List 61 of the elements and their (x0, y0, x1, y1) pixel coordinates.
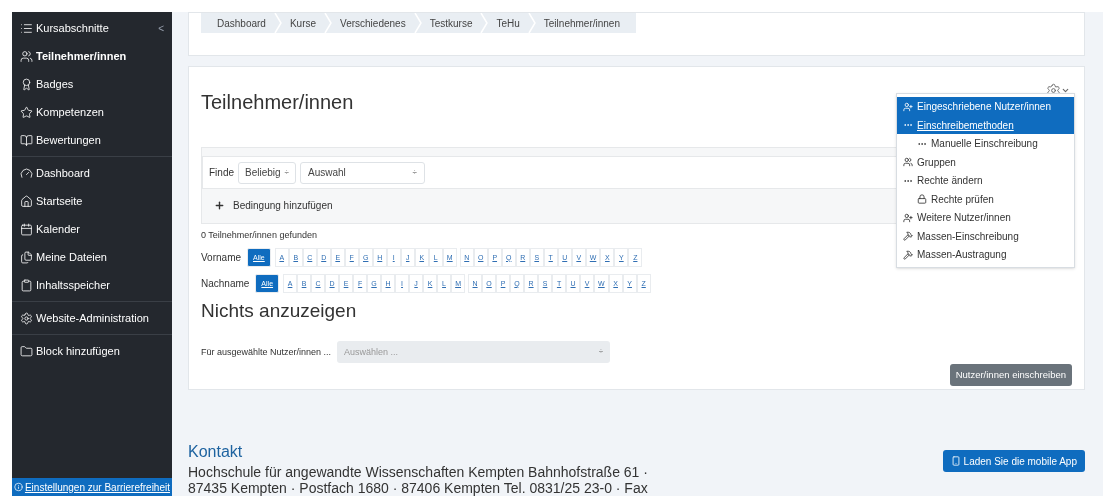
files-icon (20, 250, 33, 264)
address-line: Hochschule für angewandte Wissenschaften Kempten Bahnhofstraße 61 · (188, 464, 648, 480)
folder-icon (20, 344, 33, 358)
sidebar-item[interactable]: Badges (12, 70, 172, 98)
star-icon (20, 105, 33, 119)
footer-heading: Kontakt (188, 442, 243, 462)
book-icon (20, 133, 33, 147)
menu-item[interactable]: Manuelle Einschreibung (897, 134, 1074, 153)
add-condition-button[interactable]: Bedingung hinzufügen (202, 189, 345, 222)
home-icon (20, 194, 33, 208)
menu-item[interactable]: Eingeschriebene Nutzer/innen (897, 97, 1074, 116)
mobile-app-button[interactable]: Laden Sie die mobile App (942, 450, 1085, 472)
hammer-icon (903, 249, 913, 260)
menu-item[interactable]: Rechte ändern (897, 171, 1074, 190)
sidebar-item[interactable]: Block hinzufügen (12, 337, 172, 365)
lock-icon (917, 194, 927, 205)
menu-item[interactable]: Weitere Nutzer/innen (897, 208, 1074, 227)
accessibility-link[interactable]: Einstellungen zur Barrierefreiheit (12, 478, 172, 496)
sidebar-item[interactable]: Website-Administration (12, 304, 172, 332)
breadcrumb-item[interactable]: TeHu (494, 15, 522, 31)
sidebar-item[interactable]: Kompetenzen (12, 98, 172, 126)
list-icon (20, 21, 33, 35)
filter-label: Finde (209, 166, 234, 181)
sidebar-item[interactable]: Inhaltsspeicher (12, 271, 172, 299)
users-icon (20, 49, 33, 63)
sidebar-item[interactable]: Teilnehmer/innen (12, 42, 172, 70)
breadcrumb-item[interactable]: Verschiedenes (338, 15, 408, 31)
match-select[interactable]: Beliebig ÷ (238, 161, 296, 184)
address-line: 87435 Kempten · Postfach 1680 · 87406 Kempten Tel. 0831/25 23-0 · Fax (188, 480, 648, 496)
breadcrumb-item[interactable]: Testkurse (427, 15, 475, 31)
type-select[interactable]: Auswahl ÷ (300, 161, 425, 184)
menu-item[interactable]: Massen-Austragung (897, 245, 1074, 264)
result-count: 0 Teilnehmer/innen gefunden (201, 229, 317, 243)
sidebar-item[interactable]: Kursabschnitte < (12, 14, 172, 42)
calendar-icon (20, 222, 33, 236)
collapse-toggle[interactable]: < (158, 20, 164, 36)
badge-icon (20, 77, 33, 91)
bulk-action-label: Für ausgewählte Nutzer/innen ... (201, 345, 332, 359)
phone-icon (950, 456, 961, 466)
initials-label: Vorname (201, 251, 242, 266)
enrol-users-button[interactable]: Nutzer/innen einschreiben (949, 364, 1072, 387)
users-icon (903, 157, 913, 168)
info-icon (14, 482, 23, 492)
user-plus-icon (903, 212, 913, 223)
initials-label: Nachname (201, 277, 250, 292)
sidebar-item[interactable]: Startseite (12, 187, 172, 215)
plus-icon (214, 199, 225, 211)
page-title: Teilnehmer/innen (201, 90, 354, 116)
sidebar-item[interactable]: Dashboard (12, 159, 172, 187)
hammer-icon (903, 231, 913, 242)
clipboard-icon (20, 278, 33, 292)
breadcrumb-item[interactable]: Teilnehmer/innen (541, 15, 622, 31)
sidebar-item[interactable]: Meine Dateien (12, 243, 172, 271)
breadcrumb-item[interactable]: Kurse (287, 15, 319, 31)
gauge-icon (20, 166, 33, 180)
user-plus-icon (903, 101, 913, 112)
empty-message: Nichts anzuzeigen (201, 298, 357, 323)
sidebar-item[interactable]: Kalender (12, 215, 172, 243)
gear-icon (20, 311, 33, 325)
sidebar-item[interactable]: Bewertungen (12, 126, 172, 154)
breadcrumb-item[interactable]: Dashboard (215, 15, 268, 31)
